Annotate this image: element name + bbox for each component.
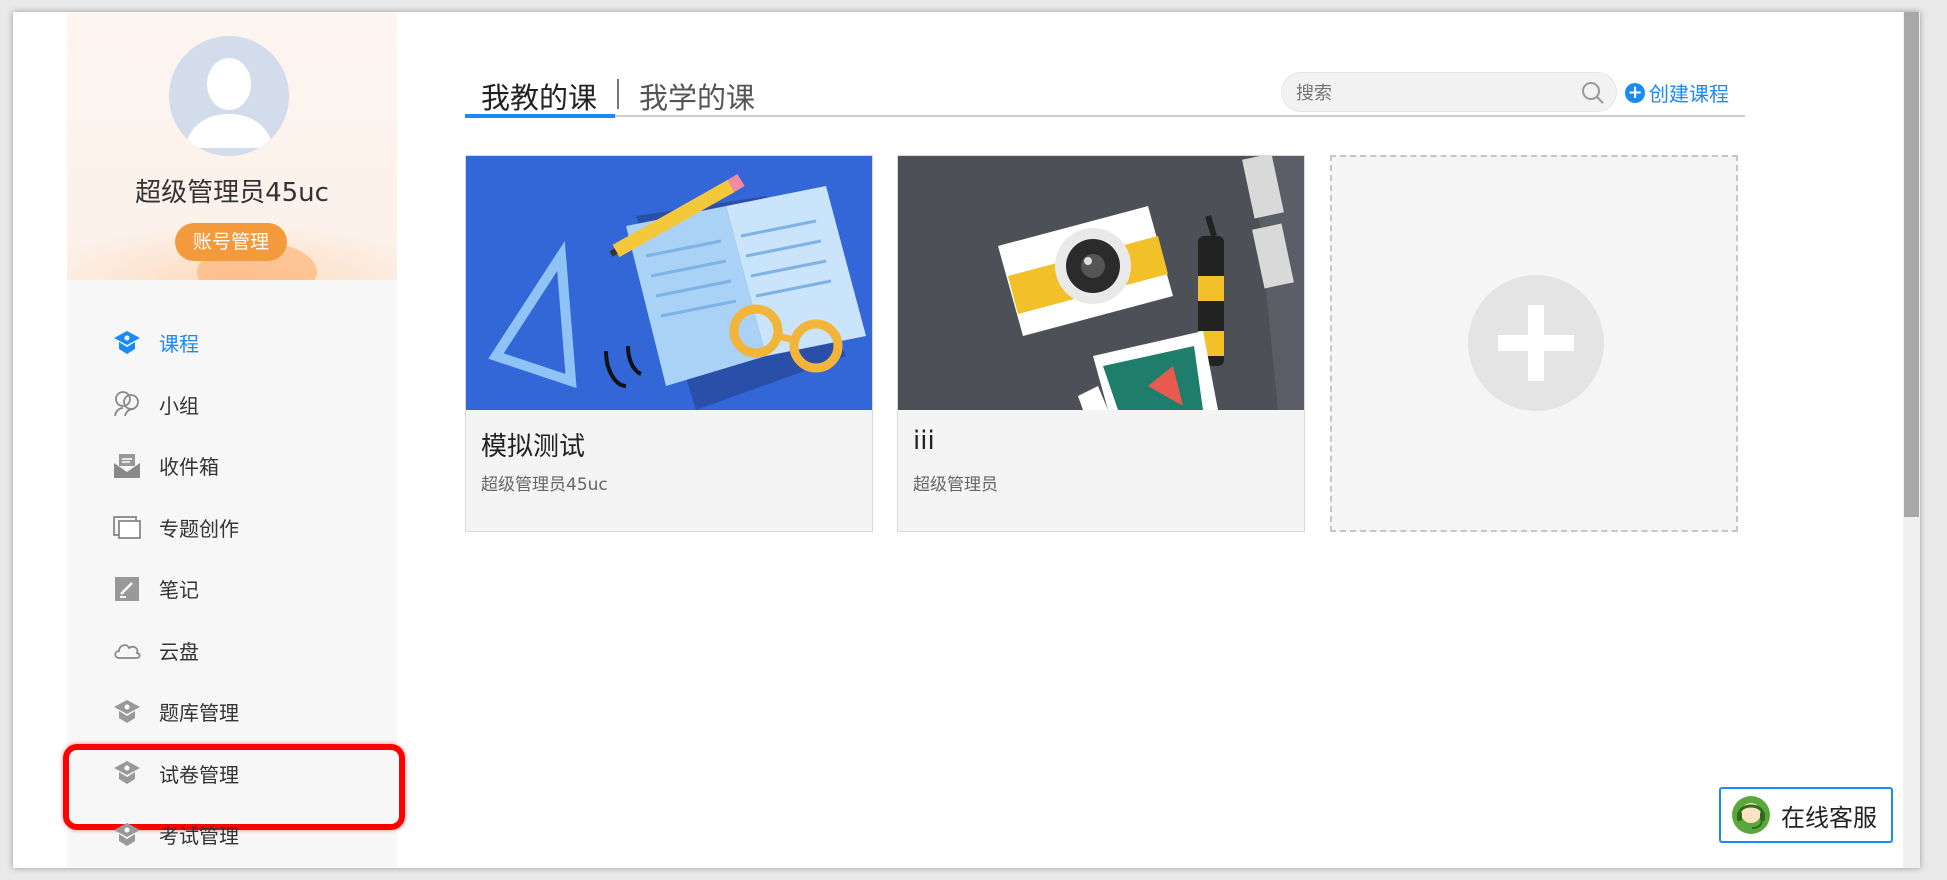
add-course-card[interactable]: [1330, 155, 1738, 532]
avatar-silhouette-icon: [169, 36, 289, 156]
course-title[interactable]: iii: [913, 426, 935, 456]
sidebar-item-note[interactable]: 笔记: [67, 558, 397, 620]
sidebar-item-label: 专题创作: [159, 516, 239, 541]
profile-panel: 超级管理员45uc 账号管理: [67, 12, 397, 280]
scrollbar-thumb[interactable]: [1904, 12, 1919, 517]
headset-support-icon: [1732, 796, 1770, 834]
tab-teach[interactable]: 我教的课: [481, 75, 597, 117]
course-thumbnail[interactable]: [898, 156, 1304, 410]
sidebar-item-question-bank[interactable]: 题库管理: [67, 681, 397, 743]
search-box: [1281, 72, 1617, 112]
course-card[interactable]: 模拟测试 超级管理员45uc: [465, 155, 873, 532]
sidebar-item-label: 题库管理: [159, 701, 239, 726]
sidebar-item-topic[interactable]: 专题创作: [67, 497, 397, 559]
browser-window: 超级管理员45uc 账号管理 课程 小组 收件箱 专题创作 笔记 云盘 题库管理…: [13, 12, 1920, 868]
online-service-label: 在线客服: [1781, 803, 1877, 832]
create-course-button[interactable]: + 创建课程: [1625, 78, 1729, 107]
note-icon: [111, 573, 143, 605]
sidebar-item-inbox[interactable]: 收件箱: [67, 435, 397, 497]
course-author: 超级管理员: [913, 475, 998, 495]
exam-icon: [111, 819, 143, 851]
search-input[interactable]: [1296, 79, 1566, 107]
course-icon: [111, 327, 143, 359]
create-course-label: 创建课程: [1649, 82, 1729, 106]
question-bank-icon: [111, 696, 143, 728]
user-name: 超级管理员45uc: [135, 178, 329, 208]
vertical-scrollbar[interactable]: [1903, 12, 1920, 868]
sidebar-item-course[interactable]: 课程: [67, 312, 397, 374]
course-thumbnail[interactable]: [466, 156, 872, 410]
sidebar: 超级管理员45uc 账号管理 课程 小组 收件箱 专题创作 笔记 云盘 题库管理…: [63, 12, 405, 868]
tab-separator: [617, 79, 619, 109]
course-card[interactable]: iii 超级管理员: [897, 155, 1305, 532]
sidebar-item-label: 考试管理: [159, 824, 239, 849]
camera-illustration-icon: [898, 156, 1304, 410]
book-illustration-icon: [466, 156, 872, 410]
sidebar-item-label: 小组: [159, 393, 199, 418]
sidebar-item-cloud[interactable]: 云盘: [67, 620, 397, 682]
sidebar-item-label: 试卷管理: [159, 762, 239, 787]
account-management-button[interactable]: 账号管理: [175, 223, 287, 261]
main-content: 我教的课 我学的课 + 创建课程: [465, 12, 1755, 868]
plus-circle-icon: +: [1625, 82, 1645, 103]
course-author: 超级管理员45uc: [481, 475, 608, 495]
group-icon: [111, 388, 143, 420]
online-service-button[interactable]: 在线客服: [1719, 787, 1893, 843]
sidebar-item-group[interactable]: 小组: [67, 374, 397, 436]
cloud-icon: [111, 634, 143, 666]
sidebar-item-label: 收件箱: [159, 455, 219, 480]
tab-learn[interactable]: 我学的课: [639, 75, 755, 117]
sidebar-nav: 课程 小组 收件箱 专题创作 笔记 云盘 题库管理 试卷管理 考试管理: [63, 312, 405, 866]
search-icon[interactable]: [1580, 80, 1606, 106]
topic-icon: [111, 511, 143, 543]
avatar[interactable]: [169, 36, 289, 156]
course-title[interactable]: 模拟测试: [481, 426, 585, 463]
sidebar-item-label: 云盘: [159, 639, 199, 664]
active-tab-underline: [465, 114, 615, 118]
exam-paper-icon: [111, 757, 143, 789]
sidebar-item-label: 笔记: [159, 578, 199, 603]
inbox-icon: [111, 450, 143, 482]
sidebar-item-exam[interactable]: 考试管理: [67, 804, 397, 866]
add-plus-icon[interactable]: [1468, 275, 1604, 411]
sidebar-item-exam-paper[interactable]: 试卷管理: [63, 743, 405, 829]
sidebar-item-label: 课程: [159, 332, 199, 357]
